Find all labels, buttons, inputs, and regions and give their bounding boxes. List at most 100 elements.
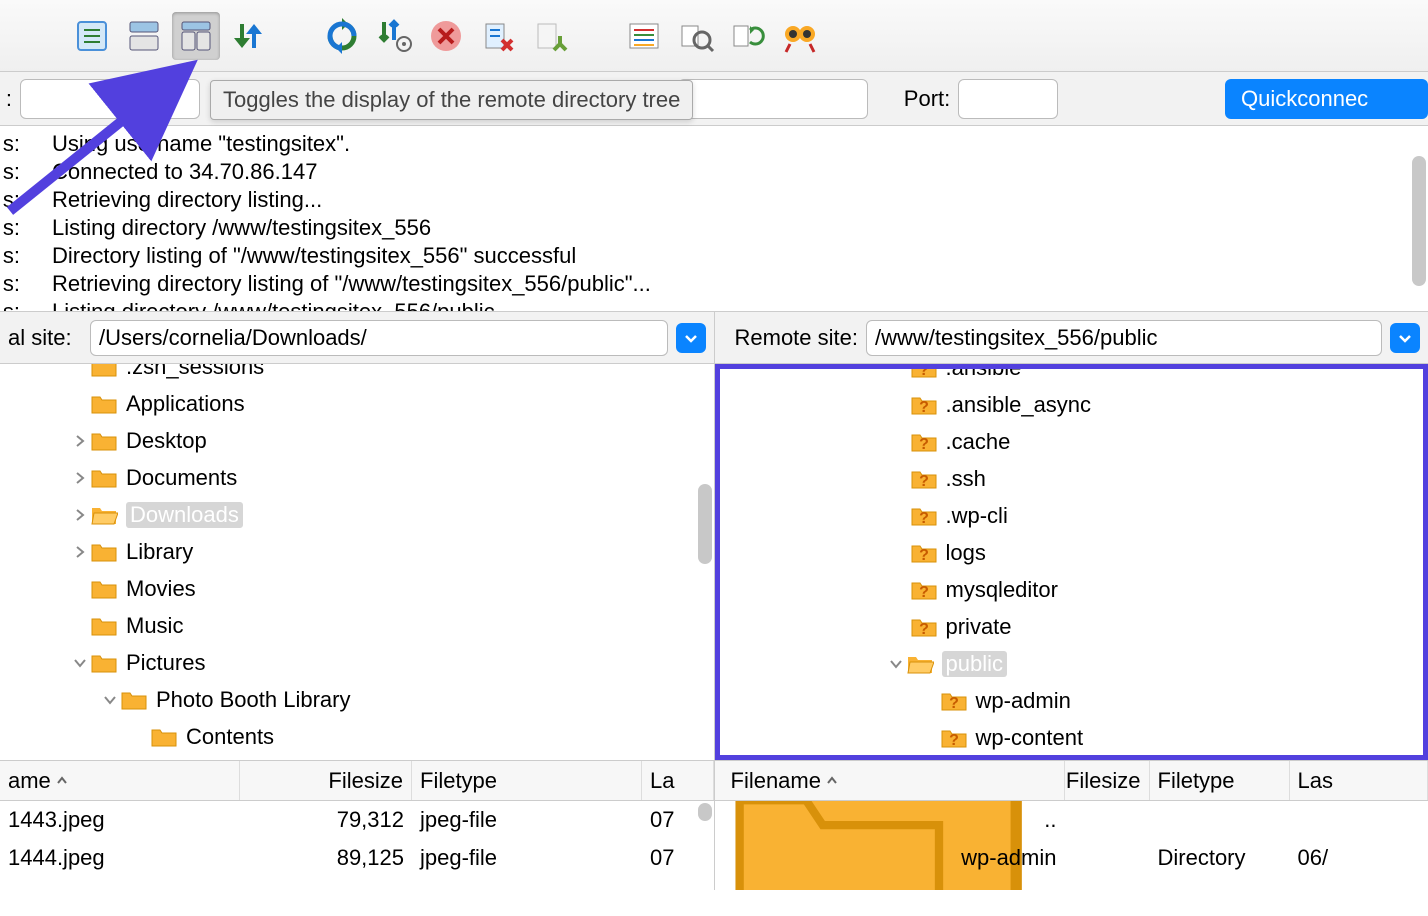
- tree-item-public[interactable]: public: [720, 645, 1424, 682]
- log-line: s:Directory listing of "/www/testingsite…: [0, 242, 1428, 270]
- log-line: s:Connected to 34.70.86.147: [0, 158, 1428, 186]
- col-filesize-r[interactable]: Filesize: [1065, 761, 1150, 800]
- local-site-label: al site:: [8, 325, 82, 351]
- remote-site-bar: Remote site:: [715, 312, 1428, 364]
- tree-item-music[interactable]: Music: [0, 607, 714, 644]
- svg-text:?: ?: [919, 436, 929, 453]
- expand-icon[interactable]: [70, 434, 90, 448]
- tree-item--cache[interactable]: ?.cache: [720, 423, 1424, 460]
- expand-icon[interactable]: [70, 656, 90, 670]
- quickconnect-button[interactable]: Quickconnec: [1225, 79, 1428, 119]
- disconnect-button[interactable]: [474, 12, 522, 60]
- expand-icon[interactable]: [70, 508, 90, 522]
- tree-item--ansible[interactable]: ?.ansible: [720, 364, 1424, 386]
- remote-list-header: Filename Filesize Filetype Las: [715, 761, 1428, 801]
- expand-icon[interactable]: [70, 545, 90, 559]
- local-path-input[interactable]: [90, 320, 668, 356]
- local-pane: al site: .zsh_sessionsApplicationsDeskto…: [0, 312, 715, 760]
- local-list-header: ame Filesize Filetype La: [0, 761, 714, 801]
- expand-icon[interactable]: [100, 693, 120, 707]
- file-row[interactable]: 1444.jpeg89,125jpeg-file07: [0, 839, 714, 877]
- toolbar-tooltip: Toggles the display of the remote direct…: [210, 80, 693, 120]
- remote-path-dropdown[interactable]: [1390, 323, 1420, 353]
- password-input[interactable]: [678, 79, 868, 119]
- tree-item--zsh-sessions[interactable]: .zsh_sessions: [0, 364, 714, 385]
- svg-text:?: ?: [919, 364, 929, 379]
- tree-item--wp-cli[interactable]: ?.wp-cli: [720, 497, 1424, 534]
- tree-item-logs[interactable]: ?logs: [720, 534, 1424, 571]
- process-queue-button[interactable]: [370, 12, 418, 60]
- col-lastmod-r[interactable]: Las: [1290, 761, 1428, 800]
- host-input[interactable]: [20, 79, 200, 119]
- remote-file-list[interactable]: Filename Filesize Filetype Las ..wp-admi…: [715, 760, 1428, 890]
- local-tree[interactable]: .zsh_sessionsApplicationsDesktopDocument…: [0, 364, 714, 760]
- tree-item--ansible-async[interactable]: ?.ansible_async: [720, 386, 1424, 423]
- svg-text:?: ?: [919, 473, 929, 490]
- site-manager-button[interactable]: [68, 12, 116, 60]
- svg-text:?: ?: [919, 399, 929, 416]
- tree-item-downloads[interactable]: Downloads: [0, 496, 714, 533]
- tree-item-documents[interactable]: Documents: [0, 459, 714, 496]
- svg-text:?: ?: [949, 732, 959, 749]
- tree-item-mysqleditor[interactable]: ?mysqleditor: [720, 571, 1424, 608]
- tree-item-contents[interactable]: Contents: [0, 718, 714, 755]
- tree-item-pictures[interactable]: Pictures: [0, 644, 714, 681]
- log-line: s:Retrieving directory listing of "/www/…: [0, 270, 1428, 298]
- refresh-button[interactable]: [318, 12, 366, 60]
- tree-item--ssh[interactable]: ?.ssh: [720, 460, 1424, 497]
- remote-site-label: Remote site:: [723, 325, 859, 351]
- remote-pane: Remote site: ?.ansible?.ansible_async?.c…: [715, 312, 1428, 760]
- compare-button[interactable]: [724, 12, 772, 60]
- host-label: :: [0, 86, 12, 112]
- local-path-dropdown[interactable]: [676, 323, 706, 353]
- expand-icon[interactable]: [886, 657, 906, 671]
- col-filetype-r[interactable]: Filetype: [1150, 761, 1290, 800]
- col-filesize[interactable]: Filesize: [240, 761, 412, 800]
- tree-item-movies[interactable]: Movies: [0, 570, 714, 607]
- toggle-remote-tree-button[interactable]: [172, 12, 220, 60]
- port-input[interactable]: [958, 79, 1058, 119]
- col-filename[interactable]: ame: [0, 761, 240, 800]
- tree-item-wp-content[interactable]: ?wp-content: [720, 719, 1424, 756]
- filter-button[interactable]: [672, 12, 720, 60]
- log-line: s:Using username "testingsitex".: [0, 130, 1428, 158]
- svg-text:?: ?: [949, 695, 959, 712]
- tree-item-applications[interactable]: Applications: [0, 385, 714, 422]
- file-row[interactable]: 1443.jpeg79,312jpeg-file07: [0, 801, 714, 839]
- message-log[interactable]: s:Using username "testingsitex".s:Connec…: [0, 126, 1428, 312]
- local-site-bar: al site:: [0, 312, 714, 364]
- reconnect-button[interactable]: [526, 12, 574, 60]
- sort-asc-icon: [55, 768, 69, 794]
- tree-item-photo-booth-library[interactable]: Photo Booth Library: [0, 681, 714, 718]
- svg-text:?: ?: [919, 584, 929, 601]
- toggle-message-log-button[interactable]: [120, 12, 168, 60]
- col-filename-r[interactable]: Filename: [715, 761, 1065, 800]
- log-line: s:Listing directory /www/testingsitex_55…: [0, 214, 1428, 242]
- tree-item-desktop[interactable]: Desktop: [0, 422, 714, 459]
- expand-icon[interactable]: [70, 471, 90, 485]
- search-button[interactable]: [776, 12, 824, 60]
- local-tree-scrollbar[interactable]: [698, 484, 712, 564]
- svg-text:?: ?: [919, 621, 929, 638]
- log-line: s:Retrieving directory listing...: [0, 186, 1428, 214]
- file-row[interactable]: wp-adminDirectory06/: [715, 839, 1428, 877]
- log-scrollbar[interactable]: [1412, 156, 1426, 286]
- directory-listing-button[interactable]: [620, 12, 668, 60]
- col-filetype[interactable]: Filetype: [412, 761, 642, 800]
- sort-asc-icon: [825, 768, 839, 794]
- svg-text:?: ?: [919, 510, 929, 527]
- tree-item-library[interactable]: Library: [0, 533, 714, 570]
- remote-tree[interactable]: ?.ansible?.ansible_async?.cache?.ssh?.wp…: [720, 369, 1424, 756]
- svg-text:?: ?: [919, 547, 929, 564]
- local-list-scrollbar[interactable]: [698, 803, 712, 821]
- main-toolbar: [0, 0, 1428, 72]
- log-line: s:Listing directory /www/testingsitex_55…: [0, 298, 1428, 312]
- tree-item-wp-admin[interactable]: ?wp-admin: [720, 682, 1424, 719]
- col-lastmod[interactable]: La: [642, 761, 714, 800]
- tree-item-private[interactable]: ?private: [720, 608, 1424, 645]
- cancel-button[interactable]: [422, 12, 470, 60]
- toggle-transfer-queue-button[interactable]: [224, 12, 272, 60]
- remote-path-input[interactable]: [866, 320, 1382, 356]
- local-file-list[interactable]: ame Filesize Filetype La 1443.jpeg79,312…: [0, 760, 715, 890]
- port-label: Port:: [904, 86, 950, 112]
